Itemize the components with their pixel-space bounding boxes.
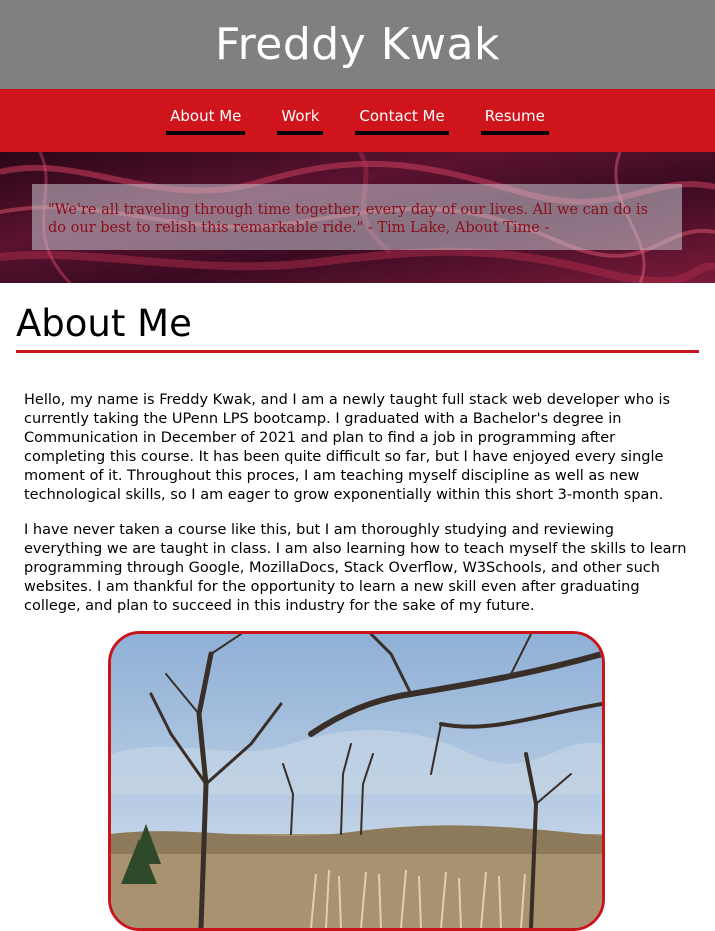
main-nav: About Me Work Contact Me Resume <box>0 89 715 152</box>
quote-box: "We're all traveling through time togeth… <box>32 184 682 250</box>
hero-quote: "We're all traveling through time togeth… <box>48 202 649 236</box>
about-heading: About Me <box>16 302 192 345</box>
about-paragraph-2: I have never taken a course like this, b… <box>24 522 687 614</box>
profile-photo-image <box>111 634 602 928</box>
about-content: Hello, my name is Freddy Kwak, and I am … <box>0 353 715 616</box>
site-title: Freddy Kwak <box>215 19 500 70</box>
hero-banner: "We're all traveling through time togeth… <box>0 152 715 283</box>
nav-link-resume[interactable]: Resume <box>480 107 549 135</box>
about-section: About Me Hello, my name is Freddy Kwak, … <box>0 283 715 616</box>
nav-link-about-me[interactable]: About Me <box>166 107 246 135</box>
nav-link-contact-me[interactable]: Contact Me <box>355 107 449 135</box>
nav-link-work[interactable]: Work <box>277 107 324 135</box>
about-paragraph-1: Hello, my name is Freddy Kwak, and I am … <box>24 392 671 503</box>
site-header: Freddy Kwak <box>0 0 715 89</box>
about-header: About Me <box>16 283 699 353</box>
profile-photo <box>108 631 605 931</box>
